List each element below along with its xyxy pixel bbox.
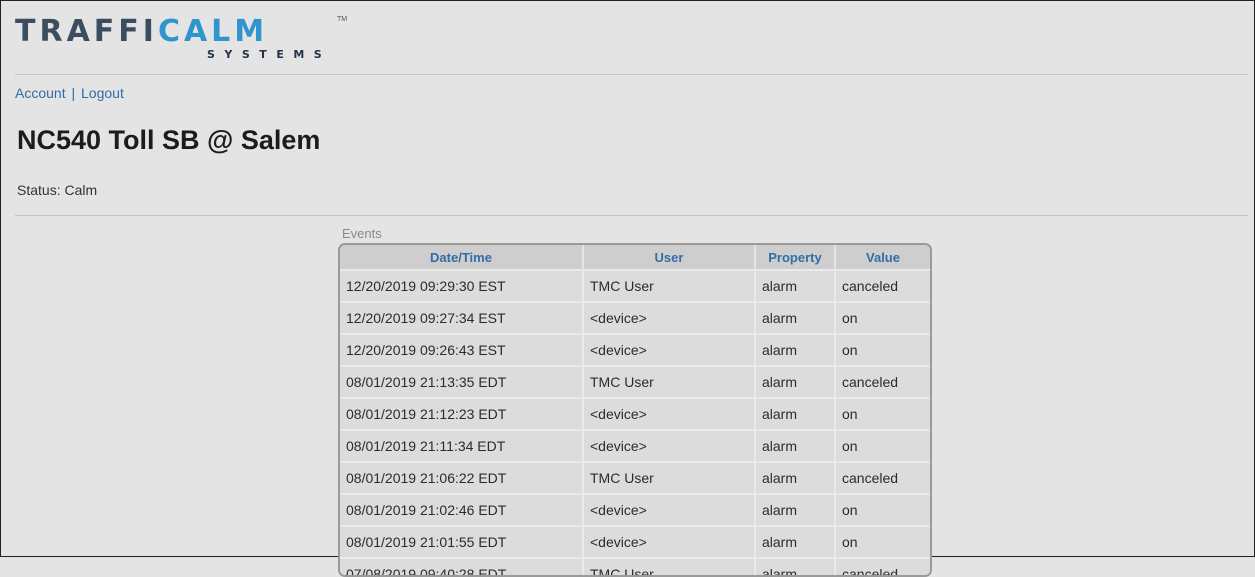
cell-value: on [835, 301, 930, 334]
cell-value: on [835, 429, 930, 462]
events-table: Date/Time User Property Value 12/20/2019… [340, 245, 930, 575]
cell-datetime: 08/01/2019 21:02:46 EDT [340, 493, 584, 526]
cell-datetime: 08/01/2019 21:01:55 EDT [340, 525, 584, 558]
status-text: Status: Calm [17, 182, 98, 198]
cell-value: on [835, 397, 930, 430]
events-header-row: Date/Time User Property Value [340, 245, 930, 270]
cell-value: canceled [835, 557, 930, 575]
column-header-value[interactable]: Value [835, 245, 930, 270]
events-label: Events [342, 226, 382, 241]
cell-property: alarm [755, 429, 836, 462]
cell-property: alarm [755, 461, 836, 494]
cell-property: alarm [755, 493, 836, 526]
cell-datetime: 08/01/2019 21:06:22 EDT [340, 461, 584, 494]
table-row: 08/01/2019 21:11:34 EDT <device> alarm o… [340, 429, 930, 462]
cell-datetime: 08/01/2019 21:13:35 EDT [340, 365, 584, 398]
cell-datetime: 08/01/2019 21:12:23 EDT [340, 397, 584, 430]
cell-user: <device> [583, 525, 756, 558]
cell-user: TMC User [583, 269, 756, 302]
cell-user: TMC User [583, 557, 756, 575]
column-header-datetime[interactable]: Date/Time [340, 245, 584, 270]
nav-separator: | [71, 85, 76, 101]
table-row: 08/01/2019 21:12:23 EDT <device> alarm o… [340, 397, 930, 430]
cell-value: on [835, 493, 930, 526]
cell-value: on [835, 525, 930, 558]
cell-user: <device> [583, 397, 756, 430]
cell-user: <device> [583, 429, 756, 462]
logo-word-part1: TRAFFI [15, 14, 158, 49]
table-row: 08/01/2019 21:06:22 EDT TMC User alarm c… [340, 461, 930, 494]
cell-value: canceled [835, 365, 930, 398]
cell-value: canceled [835, 461, 930, 494]
cell-property: alarm [755, 301, 836, 334]
logo-subtitle: SYSTEMS [207, 48, 332, 61]
table-row: 12/20/2019 09:27:34 EST <device> alarm o… [340, 301, 930, 334]
account-link[interactable]: Account [15, 85, 66, 101]
cell-datetime: 12/20/2019 09:27:34 EST [340, 301, 584, 334]
logo-wordmark: TRAFFICALM [15, 15, 268, 49]
header-divider [15, 74, 1248, 75]
cell-datetime: 08/01/2019 21:11:34 EDT [340, 429, 584, 462]
table-row: 12/20/2019 09:29:30 EST TMC User alarm c… [340, 269, 930, 302]
cell-datetime: 07/08/2019 09:40:28 EDT [340, 557, 584, 575]
cell-property: alarm [755, 397, 836, 430]
cell-datetime: 12/20/2019 09:26:43 EST [340, 333, 584, 366]
status-divider [15, 215, 1248, 216]
cell-property: alarm [755, 333, 836, 366]
logout-link[interactable]: Logout [81, 85, 124, 101]
cell-user: <device> [583, 333, 756, 366]
column-header-user[interactable]: User [583, 245, 756, 270]
column-header-property[interactable]: Property [755, 245, 836, 270]
cell-property: alarm [755, 525, 836, 558]
cell-user: TMC User [583, 365, 756, 398]
table-row: 08/01/2019 21:13:35 EDT TMC User alarm c… [340, 365, 930, 398]
cell-user: <device> [583, 493, 756, 526]
cell-property: alarm [755, 365, 836, 398]
table-row: 12/20/2019 09:26:43 EST <device> alarm o… [340, 333, 930, 366]
events-table-container: Date/Time User Property Value 12/20/2019… [338, 243, 932, 577]
cell-value: on [835, 333, 930, 366]
cell-user: TMC User [583, 461, 756, 494]
cell-value: canceled [835, 269, 930, 302]
user-nav: Account | Logout [15, 85, 124, 101]
cell-user: <device> [583, 301, 756, 334]
table-row: 08/01/2019 21:02:46 EDT <device> alarm o… [340, 493, 930, 526]
page-title: NC540 Toll SB @ Salem [17, 125, 321, 155]
logo-trademark: TM [337, 16, 348, 23]
table-row: 07/08/2019 09:40:28 EDT TMC User alarm c… [340, 557, 930, 575]
cell-property: alarm [755, 557, 836, 575]
logo-word-part2: CALM [157, 14, 269, 49]
cell-datetime: 12/20/2019 09:29:30 EST [340, 269, 584, 302]
trafficalm-logo: TRAFFICALM TM SYSTEMS [15, 13, 355, 65]
cell-property: alarm [755, 269, 836, 302]
table-row: 08/01/2019 21:01:55 EDT <device> alarm o… [340, 525, 930, 558]
